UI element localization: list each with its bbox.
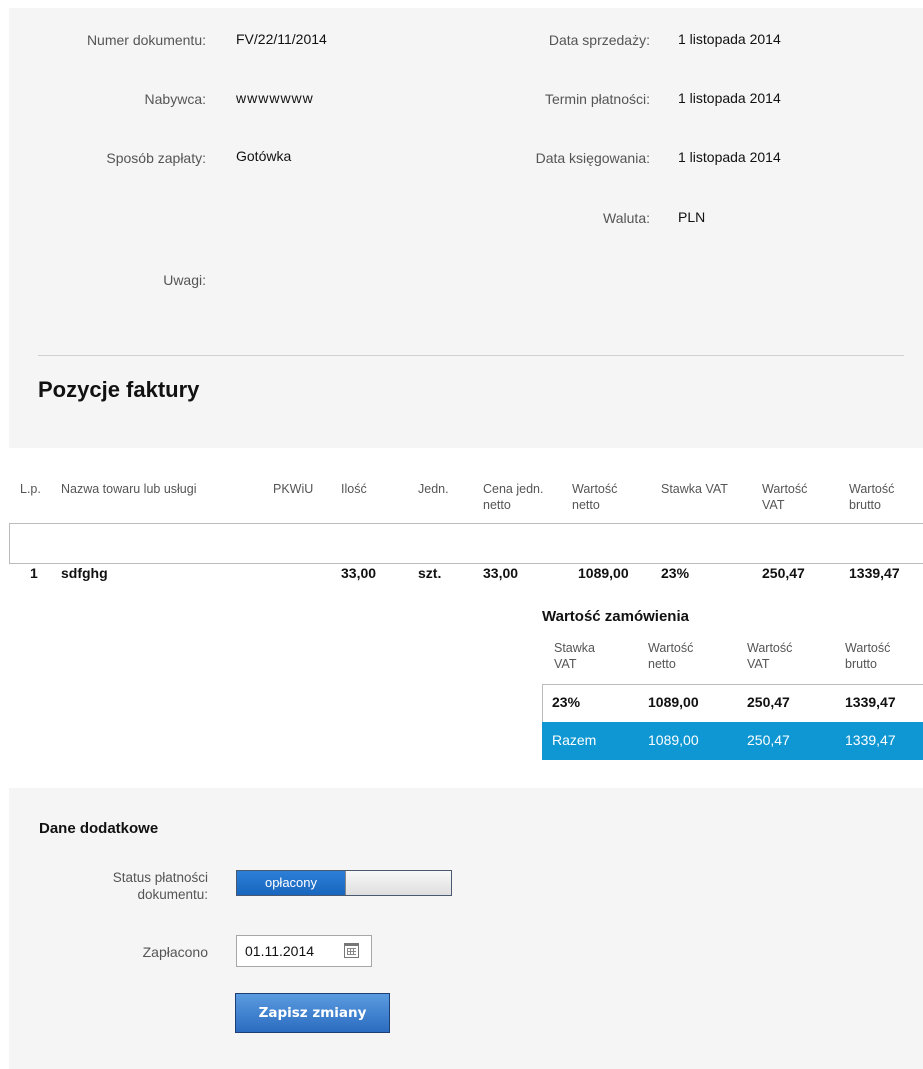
order-header-vat-rate-line1: Stawka — [554, 641, 595, 655]
header-unit-price-line1: Cena jedn. — [483, 482, 544, 496]
header-pkwiu: PKWiU — [273, 482, 314, 496]
order-header-gross-line1: Wartość — [845, 641, 891, 655]
order-header-vat: Wartość VAT — [747, 640, 792, 672]
order-value-title: Wartość zamówienia — [542, 608, 689, 625]
order-header-net-line2: netto — [648, 657, 676, 671]
calendar-icon[interactable] — [344, 943, 359, 958]
order-row-net: 1089,00 — [648, 694, 699, 710]
order-row-gross: 1339,47 — [845, 694, 896, 710]
buyer-label: Nabywca: — [144, 91, 206, 107]
document-number-value: FV/22/11/2014 — [236, 31, 327, 47]
header-gross-value-line1: Wartość — [849, 482, 895, 496]
invoice-items-title: Pozycje faktury — [38, 377, 200, 402]
row-net-value: 1089,00 — [578, 565, 629, 581]
row-vat-value: 250,47 — [762, 565, 805, 581]
header-vat-value: Wartość VAT — [762, 481, 807, 513]
paid-label: Zapłacono — [142, 944, 208, 960]
payment-status-on[interactable]: opłacony — [237, 871, 345, 895]
header-unit-price-line2: netto — [483, 498, 511, 512]
header-net-value-line2: netto — [572, 498, 600, 512]
row-name: sdfghg — [61, 565, 108, 581]
header-net-value-line1: Wartość — [572, 482, 618, 496]
order-header-gross-line2: brutto — [845, 657, 877, 671]
payment-status-label: Status płatności dokumentu: — [20, 869, 208, 903]
order-header-vat-line1: Wartość — [747, 641, 793, 655]
payment-due-label: Termin płatności: — [544, 91, 650, 107]
payment-status-off[interactable] — [345, 871, 451, 895]
order-total-vat: 250,47 — [747, 732, 790, 748]
header-net-value: Wartość netto — [572, 481, 617, 513]
row-lp: 1 — [30, 565, 38, 581]
header-name: Nazwa towaru lub usługi — [61, 482, 197, 496]
buyer-value: wwwwwww — [236, 90, 314, 106]
payment-status-label-line2: dokumentu: — [137, 887, 208, 902]
table-row — [9, 523, 923, 564]
header-gross-value-line2: brutto — [849, 498, 881, 512]
order-row-vat-rate: 23% — [552, 694, 581, 710]
document-number-label: Numer dokumentu: — [86, 32, 206, 48]
order-header-net-line1: Wartość — [648, 641, 694, 655]
order-row-vat: 250,47 — [747, 694, 790, 710]
order-header-vat-rate: Stawka VAT — [554, 640, 595, 672]
order-header-vat-line2: VAT — [747, 657, 770, 671]
header-vat-value-line1: Wartość — [762, 482, 808, 496]
row-unit-price: 33,00 — [483, 565, 519, 581]
row-vat-rate: 23% — [661, 565, 690, 581]
payment-method-label: Sposób zapłaty: — [106, 150, 206, 166]
booking-date-value: 1 listopada 2014 — [678, 149, 781, 165]
order-total-label: Razem — [552, 732, 597, 748]
section-divider — [38, 355, 904, 356]
header-qty: Ilość — [341, 482, 367, 496]
header-unit: Jedn. — [418, 482, 449, 496]
row-gross-value: 1339,47 — [849, 565, 900, 581]
header-lp: L.p. — [20, 482, 41, 496]
header-unit-price: Cena jedn. netto — [483, 481, 543, 513]
notes-label: Uwagi: — [163, 272, 206, 288]
header-gross-value: Wartość brutto — [849, 481, 894, 513]
header-vat-rate: Stawka VAT — [661, 482, 728, 496]
row-unit: szt. — [418, 565, 442, 581]
order-total-gross: 1339,47 — [845, 732, 896, 748]
payment-status-toggle[interactable]: opłacony — [236, 870, 452, 896]
booking-date-label: Data księgowania: — [535, 150, 650, 166]
sale-date-value: 1 listopada 2014 — [678, 31, 781, 47]
payment-due-value: 1 listopada 2014 — [678, 90, 781, 106]
payment-method-value: Gotówka — [236, 148, 292, 164]
additional-data-title: Dane dodatkowe — [39, 820, 159, 837]
currency-value: PLN — [678, 209, 706, 225]
sale-date-label: Data sprzedaży: — [548, 32, 650, 48]
order-header-net: Wartość netto — [648, 640, 693, 672]
currency-label: Waluta: — [603, 210, 650, 226]
save-button[interactable]: Zapisz zmiany — [235, 993, 390, 1033]
header-vat-value-line2: VAT — [762, 498, 785, 512]
order-header-gross: Wartość brutto — [845, 640, 890, 672]
order-total-net: 1089,00 — [648, 732, 699, 748]
row-qty: 33,00 — [341, 565, 377, 581]
payment-status-label-line1: Status płatności — [112, 870, 208, 885]
order-header-vat-rate-line2: VAT — [554, 657, 577, 671]
